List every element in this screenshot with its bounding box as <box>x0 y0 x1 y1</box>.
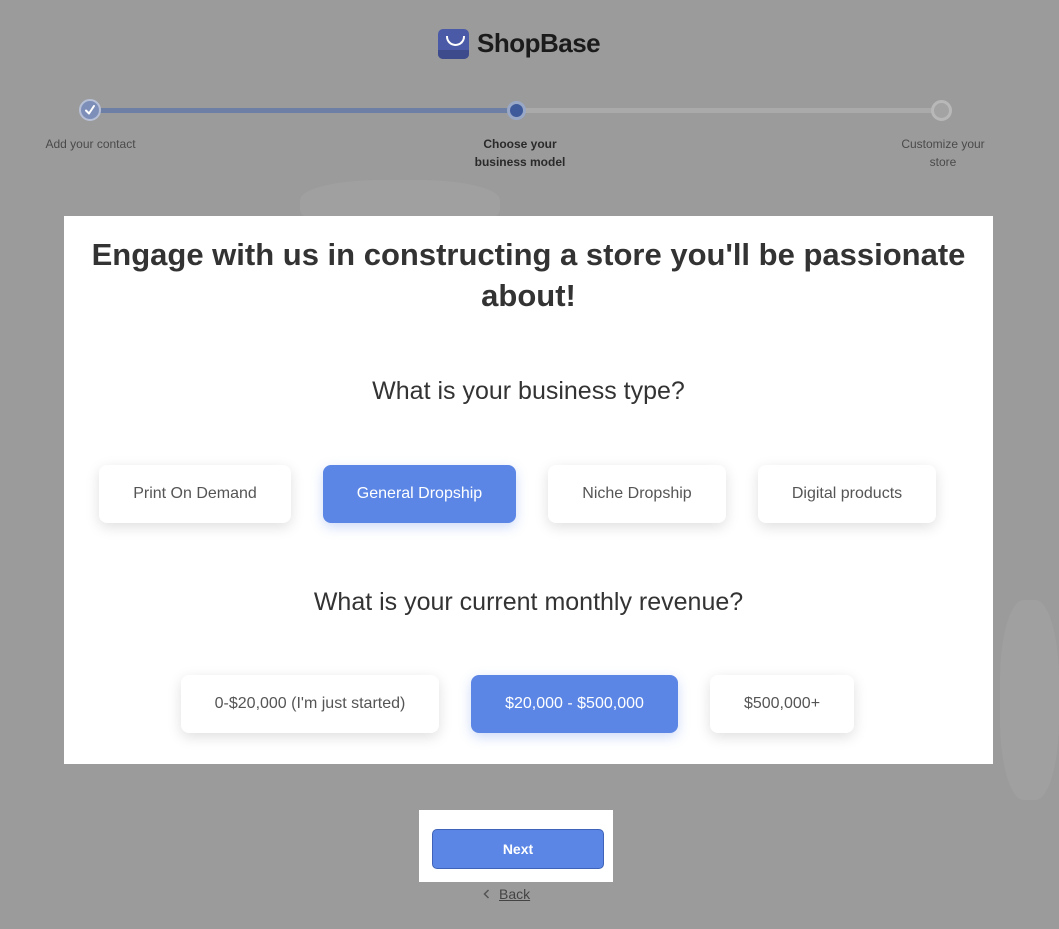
option-general-dropship[interactable]: General Dropship <box>323 465 516 523</box>
back-link-label: Back <box>499 886 531 902</box>
step-label-contact: Add your contact <box>45 137 136 151</box>
step-completed-check-icon <box>79 99 101 121</box>
step-active-dot <box>507 101 526 120</box>
stepper-track-progress <box>90 108 516 113</box>
background-decoration <box>1000 600 1059 800</box>
next-button-area: Next <box>419 810 613 882</box>
brand-name: ShopBase <box>477 28 601 58</box>
page-title: Engage with us in constructing a store y… <box>91 237 966 313</box>
step-label-business-model: Choose your business model <box>474 137 566 169</box>
business-model-card: Engage with us in constructing a store y… <box>64 216 993 764</box>
option-revenue-20k-500k[interactable]: $20,000 - $500,000 <box>471 675 678 733</box>
next-button[interactable]: Next <box>432 829 604 869</box>
option-revenue-0-20k[interactable]: 0-$20,000 (I'm just started) <box>181 675 439 733</box>
step-pending-dot <box>931 100 952 121</box>
business-type-question: What is your business type? <box>372 377 685 405</box>
step-label-customize-store: Customize your store <box>901 137 985 169</box>
back-link[interactable]: Back <box>483 886 530 902</box>
revenue-question: What is your current monthly revenue? <box>313 588 744 616</box>
option-print-on-demand[interactable]: Print On Demand <box>99 465 291 523</box>
option-digital-products[interactable]: Digital products <box>758 465 936 523</box>
chevron-left-icon <box>483 886 490 902</box>
option-revenue-500k-plus[interactable]: $500,000+ <box>710 675 854 733</box>
option-niche-dropship[interactable]: Niche Dropship <box>548 465 726 523</box>
shopbase-logo: ShopBase <box>438 28 601 59</box>
shopbase-bag-icon <box>438 28 469 59</box>
